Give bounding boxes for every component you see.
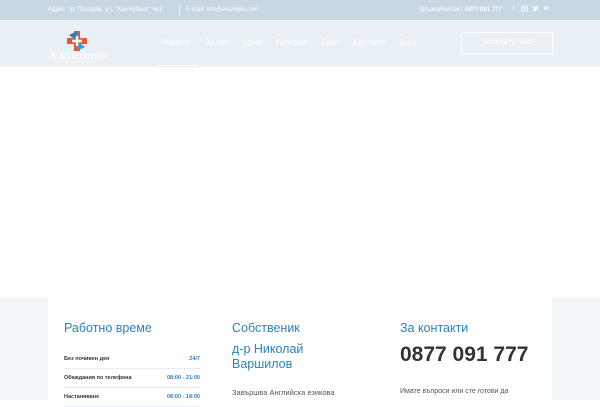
contacts-title: За контакти bbox=[400, 321, 469, 335]
hours-table: Без почивен ден 24/7 Обаждания по телефо… bbox=[64, 350, 200, 407]
topbar-divider bbox=[179, 4, 180, 16]
nav-item-home[interactable]: Начало bbox=[157, 38, 197, 66]
hours-row-label: Настаняване bbox=[64, 394, 100, 400]
hours-row: Без почивен ден 24/7 bbox=[64, 350, 200, 369]
logo-subtitle: МЕДИЦИНСКИ ЦЕНТЪР bbox=[56, 60, 96, 64]
contacts-column: За контакти bbox=[400, 321, 468, 335]
hours-row: Обаждания по телефона 08:00 - 21:00 bbox=[64, 369, 200, 388]
top-info-bar: Адрес: гр. Пловдив, ул. "Хан Кубрат" №1 … bbox=[0, 0, 600, 20]
phone-link[interactable]: 0877 091 777 bbox=[465, 7, 502, 13]
owner-description: Завършва Английска езикова bbox=[232, 388, 335, 397]
hours-column: Работно време bbox=[64, 321, 152, 335]
book-appointment-button[interactable]: ЗАПАЗЕТЕ ЧАС bbox=[461, 32, 553, 54]
hours-row-label: Обаждания по телефона bbox=[64, 375, 132, 381]
nav-item-gallery[interactable]: Галерия bbox=[277, 38, 308, 47]
hours-row-label: Без почивен ден bbox=[64, 356, 110, 362]
contacts-phone-link[interactable]: 0877 091 777 bbox=[400, 343, 528, 367]
nav-item-about[interactable]: За нас bbox=[205, 38, 229, 47]
facebook-icon[interactable]: f bbox=[510, 5, 517, 14]
twitter-icon[interactable] bbox=[532, 5, 539, 14]
email-link[interactable]: E-mail: info@example.com bbox=[186, 7, 258, 13]
owner-column: Собственик bbox=[232, 321, 300, 335]
hours-row-value: 24/7 bbox=[189, 356, 200, 362]
phone-label: Връзка/Контакт: bbox=[419, 7, 464, 13]
hours-row-value: 08:00 - 18:00 bbox=[166, 394, 200, 400]
social-links: f in bbox=[510, 5, 550, 14]
main-nav: Начало За нас Цени Галерия Екип Контакти… bbox=[157, 38, 431, 66]
address-text: Адрес: гр. Пловдив, ул. "Хан Кубрат" №1 bbox=[48, 7, 163, 13]
owner-name: д-р Николай Варшилов bbox=[232, 342, 304, 371]
linkedin-icon[interactable]: in bbox=[543, 5, 550, 14]
instagram-icon[interactable] bbox=[521, 5, 528, 14]
site-logo[interactable]: Хармония МЕДИЦИНСКИ ЦЕНТЪР bbox=[48, 30, 110, 64]
contacts-description: Имате въпроси или сте готови да bbox=[400, 388, 509, 395]
hours-row: Настаняване 08:00 - 18:00 bbox=[64, 388, 200, 407]
nav-item-team[interactable]: Екип bbox=[321, 38, 339, 47]
hero-area bbox=[0, 67, 600, 297]
hours-row-value: 08:00 - 21:00 bbox=[166, 375, 200, 381]
nav-item-blog[interactable]: Блог bbox=[400, 38, 417, 47]
hours-title: Работно време bbox=[64, 321, 152, 335]
owner-title: Собственик bbox=[232, 321, 300, 335]
nav-item-prices[interactable]: Цени bbox=[243, 38, 262, 47]
nav-item-contacts[interactable]: Контакти bbox=[353, 38, 386, 47]
